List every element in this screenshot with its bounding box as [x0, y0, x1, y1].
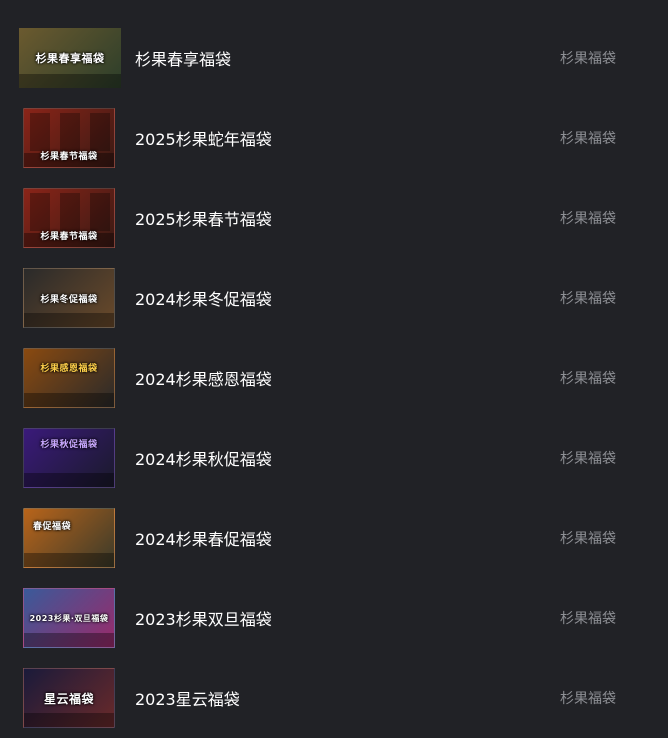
- thumbnail-band: [24, 473, 114, 487]
- bundle-thumbnail[interactable]: 杉果感恩福袋: [23, 348, 115, 408]
- thumbnail-band: [24, 713, 114, 727]
- bundle-list: 杉果春享福袋 杉果春享福袋 杉果福袋 杉果春节福袋 2025杉果蛇年福袋 杉果福…: [0, 0, 668, 735]
- thumbnail-panel: [30, 193, 50, 231]
- bundle-thumbnail[interactable]: 杉果冬促福袋: [23, 268, 115, 328]
- thumbnail-band: [19, 74, 121, 88]
- thumbnail-caption: 春促福袋: [32, 521, 71, 532]
- list-item[interactable]: 杉果春节福袋 2025杉果蛇年福袋 杉果福袋: [0, 98, 668, 178]
- bundle-thumbnail[interactable]: 杉果秋促福袋: [23, 428, 115, 488]
- list-item[interactable]: 杉果冬促福袋 2024杉果冬促福袋 杉果福袋: [0, 258, 668, 338]
- bundle-title[interactable]: 2024杉果感恩福袋: [135, 366, 272, 390]
- list-item[interactable]: 杉果春节福袋 2025杉果春节福袋 杉果福袋: [0, 178, 668, 258]
- bundle-title[interactable]: 2024杉果秋促福袋: [135, 446, 272, 470]
- bundle-thumbnail[interactable]: 杉果春节福袋: [23, 188, 115, 248]
- bundle-category: 杉果福袋: [560, 451, 616, 467]
- bundle-category: 杉果福袋: [560, 371, 616, 387]
- bundle-category: 杉果福袋: [560, 691, 616, 707]
- list-item[interactable]: 杉果感恩福袋 2024杉果感恩福袋 杉果福袋: [0, 338, 668, 418]
- bundle-category: 杉果福袋: [560, 531, 616, 547]
- bundle-title[interactable]: 2024杉果冬促福袋: [135, 286, 272, 310]
- list-item[interactable]: 杉果春享福袋 杉果春享福袋 杉果福袋: [0, 18, 668, 98]
- thumbnail-panel: [60, 113, 80, 151]
- list-item[interactable]: 杉果秋促福袋 2024杉果秋促福袋 杉果福袋: [0, 418, 668, 498]
- bundle-title[interactable]: 2025杉果春节福袋: [135, 206, 272, 230]
- thumbnail-caption: 杉果春节福袋: [40, 151, 98, 162]
- bundle-title[interactable]: 2024杉果春促福袋: [135, 526, 272, 550]
- thumbnail-panel: [90, 113, 110, 151]
- thumbnail-caption: 杉果冬促福袋: [40, 294, 98, 305]
- bundle-category: 杉果福袋: [560, 131, 616, 147]
- bundle-title[interactable]: 2023星云福袋: [135, 686, 240, 710]
- list-item[interactable]: 星云福袋 2023星云福袋 杉果福袋: [0, 658, 668, 738]
- thumbnail-panel: [30, 113, 50, 151]
- bundle-title[interactable]: 2023杉果双旦福袋: [135, 606, 272, 630]
- list-item[interactable]: 春促福袋 2024杉果春促福袋 杉果福袋: [0, 498, 668, 578]
- thumbnail-caption: 杉果春享福袋: [35, 52, 105, 65]
- thumbnail-band: [24, 553, 114, 567]
- thumbnail-caption: 杉果春节福袋: [40, 231, 98, 242]
- bundle-category: 杉果福袋: [560, 211, 616, 227]
- thumbnail-caption: 星云福袋: [43, 691, 94, 706]
- bundle-thumbnail[interactable]: 杉果春节福袋: [23, 108, 115, 168]
- thumbnail-caption: 2023杉果·双旦福袋: [29, 613, 109, 623]
- bundle-category: 杉果福袋: [560, 291, 616, 307]
- thumbnail-band: [24, 633, 114, 647]
- thumbnail-band: [24, 393, 114, 407]
- bundle-thumbnail[interactable]: 2023杉果·双旦福袋: [23, 588, 115, 648]
- bundle-title[interactable]: 杉果春享福袋: [135, 46, 231, 70]
- bundle-category: 杉果福袋: [560, 51, 616, 67]
- thumbnail-caption: 杉果感恩福袋: [40, 363, 98, 374]
- thumbnail-caption: 杉果秋促福袋: [40, 439, 98, 450]
- thumbnail-panel: [60, 193, 80, 231]
- bundle-thumbnail[interactable]: 星云福袋: [23, 668, 115, 728]
- thumbnail-panel: [90, 193, 110, 231]
- bundle-title[interactable]: 2025杉果蛇年福袋: [135, 126, 272, 150]
- thumbnail-band: [24, 313, 114, 327]
- bundle-category: 杉果福袋: [560, 611, 616, 627]
- bundle-thumbnail[interactable]: 杉果春享福袋: [19, 28, 121, 88]
- list-item[interactable]: 2023杉果·双旦福袋 2023杉果双旦福袋 杉果福袋: [0, 578, 668, 658]
- bundle-thumbnail[interactable]: 春促福袋: [23, 508, 115, 568]
